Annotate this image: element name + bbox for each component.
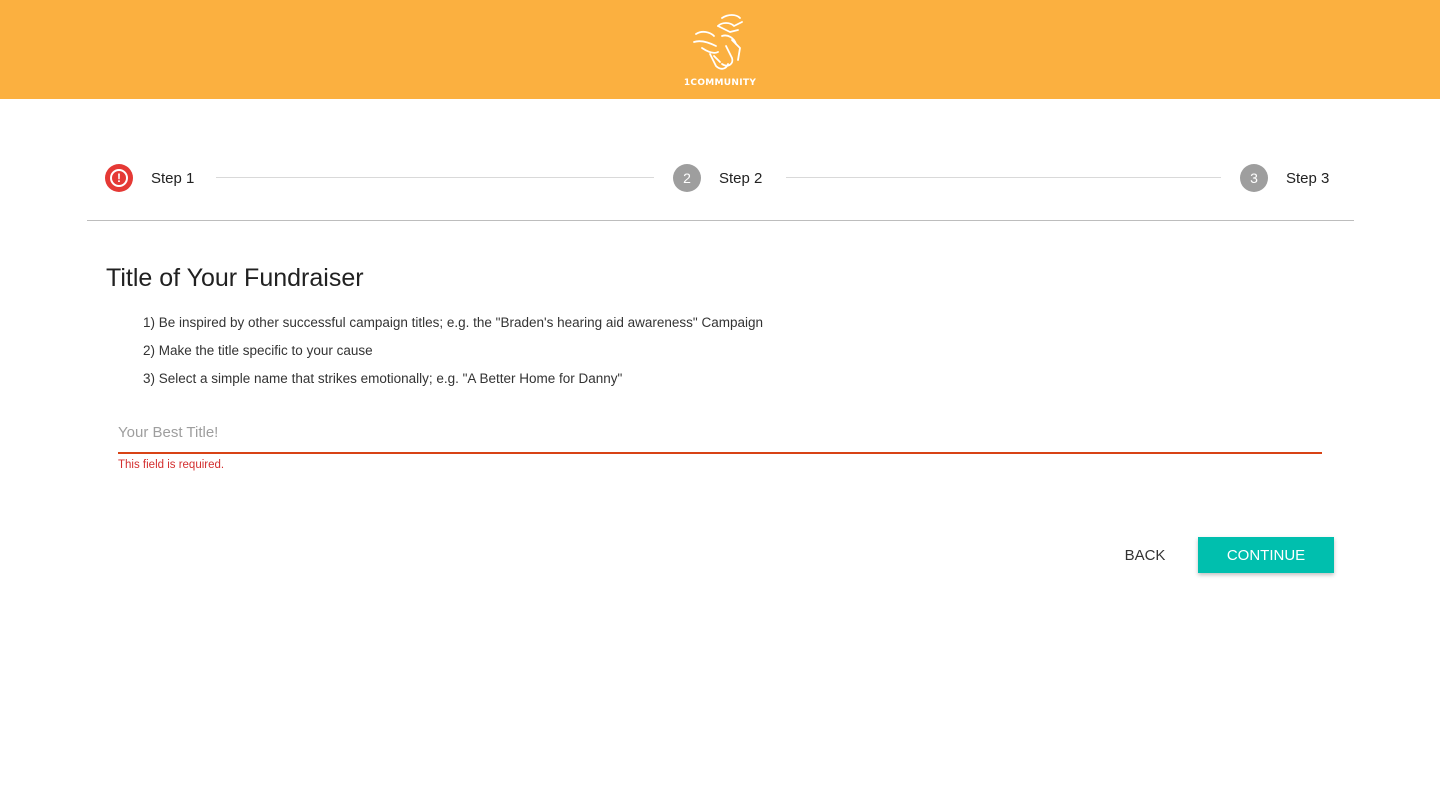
- field-error-message: This field is required.: [118, 459, 225, 471]
- hands-logo-icon: [693, 14, 743, 70]
- stepper: ! Step 1 2 Step 2 3 Step 3: [87, 140, 1354, 221]
- logo-text: 1COMMUNITY: [683, 78, 757, 88]
- step-3-label: Step 3: [1286, 169, 1330, 187]
- tip-item: 1) Be inspired by other successful campa…: [143, 315, 763, 330]
- step-2-label: Step 2: [719, 169, 763, 187]
- page-title: Title of Your Fundraiser: [106, 264, 364, 292]
- error-icon: !: [110, 169, 128, 187]
- tip-item: 3) Select a simple name that strikes emo…: [143, 371, 623, 386]
- back-button[interactable]: BACK: [1106, 537, 1184, 573]
- title-tips-list: 1) Be inspired by other successful campa…: [143, 312, 763, 396]
- step-1-label: Step 1: [151, 169, 195, 187]
- step-2-number: 2: [673, 164, 701, 192]
- step-3-number: 3: [1240, 164, 1268, 192]
- step-3[interactable]: 3 Step 3: [1240, 164, 1329, 192]
- tip-item: 2) Make the title specific to your cause: [143, 343, 373, 358]
- step-1-error-indicator: !: [105, 164, 133, 192]
- continue-button[interactable]: CONTINUE: [1198, 537, 1334, 573]
- header-bar: 1COMMUNITY: [0, 0, 1440, 99]
- logo[interactable]: 1COMMUNITY: [680, 12, 760, 92]
- step-connector: [216, 177, 654, 178]
- fundraiser-title-input[interactable]: [118, 412, 1322, 454]
- step-1[interactable]: ! Step 1: [105, 164, 194, 192]
- step-2[interactable]: 2 Step 2: [673, 164, 762, 192]
- step-connector: [786, 177, 1221, 178]
